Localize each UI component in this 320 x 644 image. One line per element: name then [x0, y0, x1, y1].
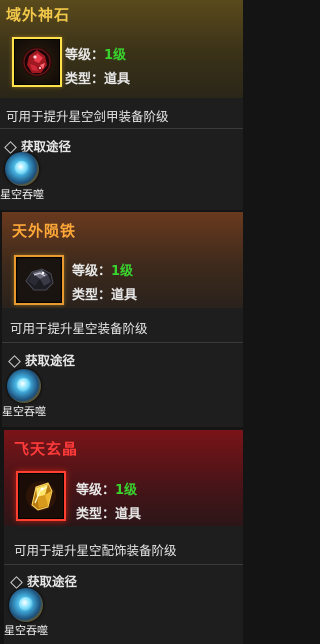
source-button-star-devour[interactable]: 星空吞噬	[2, 369, 62, 419]
level-value: 1级	[111, 264, 134, 279]
source-header-label: 获取途径	[27, 574, 78, 589]
item-level: 等级：1级	[72, 260, 133, 279]
item-level: 等级：1级	[76, 479, 137, 498]
source-label: 星空吞噬	[2, 405, 46, 418]
item-name: 飞天玄晶	[14, 440, 79, 458]
source-button-star-devour[interactable]: 星空吞噬	[0, 152, 60, 202]
item-tooltip-card: 飞天玄晶 等级：1级 类型：道具 可用于提升星空配饰装备阶级 获取途径 星空吞噬	[4, 430, 243, 644]
level-value: 1级	[104, 48, 127, 63]
item-name: 天外陨铁	[12, 222, 77, 240]
diamond-icon	[10, 575, 23, 589]
item-name: 域外神石	[6, 6, 71, 24]
diamond-icon	[8, 354, 21, 368]
divider	[2, 342, 243, 343]
item-tooltip-card: 天外陨铁 等级：1级 类型：道具 可用于提升星空装备阶级 获取途径 星空吞噬	[2, 212, 243, 427]
item-tooltip-card: 域外神石 等级：1级 类型：道具 可用于提升星空剑甲装备阶级 获取途径 星空吞噬	[0, 0, 243, 210]
divider	[4, 564, 243, 565]
source-header-label: 获取途径	[25, 353, 76, 368]
type-value: 道具	[104, 72, 131, 87]
red-gem-icon	[22, 47, 52, 77]
item-type: 类型：道具	[76, 503, 141, 522]
gold-crystal-icon	[20, 475, 62, 517]
type-value: 道具	[111, 288, 138, 303]
item-level: 等级：1级	[65, 44, 126, 63]
item-icon-slot[interactable]	[12, 37, 62, 87]
level-value: 1级	[115, 483, 138, 498]
source-label: 星空吞噬	[0, 188, 44, 201]
source-header: 获取途径	[8, 350, 75, 369]
item-description: 可用于提升星空配饰装备阶级	[14, 543, 177, 558]
level-label: 等级：	[72, 264, 112, 279]
type-label: 类型：	[72, 288, 112, 303]
divider	[0, 128, 243, 129]
source-label: 星空吞噬	[4, 624, 48, 637]
star-orb-icon	[5, 152, 39, 186]
type-value: 道具	[115, 507, 142, 522]
item-icon-slot[interactable]	[14, 255, 64, 305]
level-label: 等级：	[65, 48, 105, 63]
level-label: 等级：	[76, 483, 116, 498]
type-label: 类型：	[65, 72, 105, 87]
type-label: 类型：	[76, 507, 116, 522]
item-type: 类型：道具	[72, 284, 137, 303]
black-meteorite-icon	[18, 259, 60, 301]
item-type: 类型：道具	[65, 68, 130, 87]
item-description: 可用于提升星空装备阶级	[10, 321, 148, 336]
item-icon-slot[interactable]	[16, 471, 66, 521]
source-button-star-devour[interactable]: 星空吞噬	[4, 588, 64, 638]
item-description: 可用于提升星空剑甲装备阶级	[6, 109, 169, 124]
star-orb-icon	[9, 588, 43, 622]
star-orb-icon	[7, 369, 41, 403]
